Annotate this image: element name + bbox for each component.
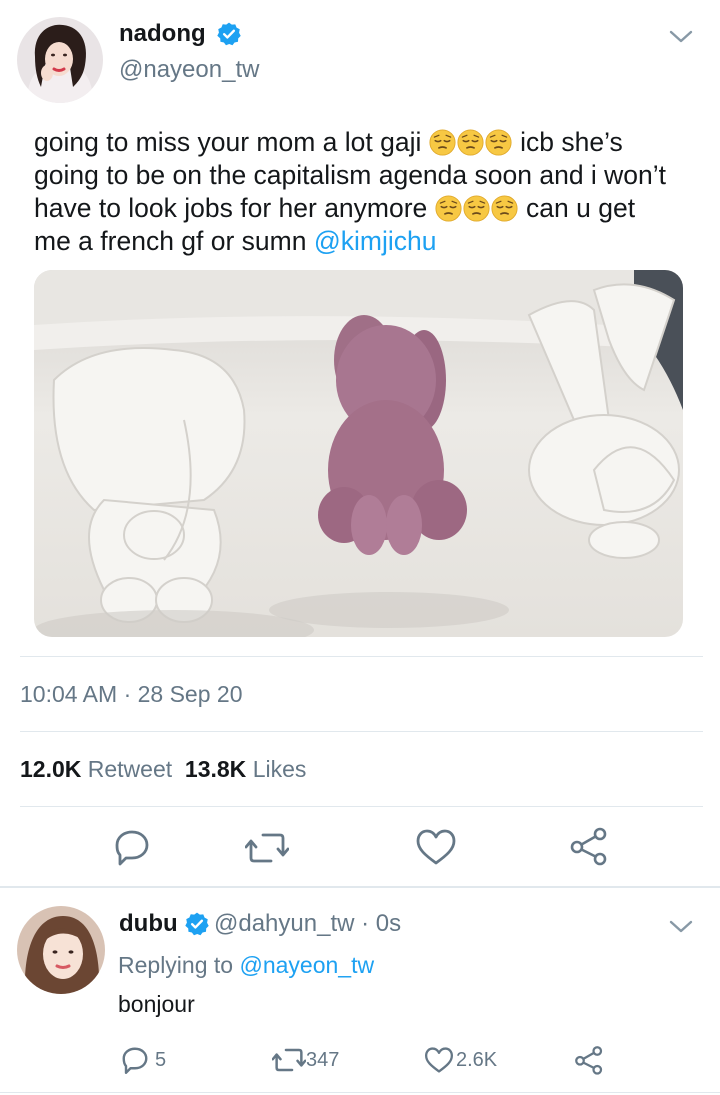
- chevron-down-icon[interactable]: [668, 918, 694, 936]
- retweet-icon[interactable]: [272, 1046, 306, 1074]
- share-icon[interactable]: [574, 1045, 604, 1075]
- tweet-timestamp[interactable]: 10:04 AM · 28 Sep 20: [20, 681, 243, 708]
- divider: [20, 806, 703, 807]
- reply-handle-time[interactable]: @dahyun_tw · 0s: [214, 910, 401, 938]
- pensive-face-emoji: [485, 129, 512, 156]
- reply-icon[interactable]: [120, 1045, 150, 1075]
- like-icon[interactable]: [415, 828, 457, 866]
- engagement-stats: 12.0K Retweet 13.8K Likes: [20, 756, 306, 783]
- pensive-face-emoji: [435, 195, 462, 222]
- share-icon[interactable]: [569, 826, 609, 866]
- verified-badge-icon: [184, 911, 210, 937]
- display-name[interactable]: nadong: [119, 20, 206, 48]
- tweet-photo[interactable]: [34, 270, 683, 637]
- retweet-icon[interactable]: [245, 830, 289, 866]
- handle[interactable]: @nayeon_tw: [119, 56, 259, 84]
- retweet-count[interactable]: 12.0K: [20, 756, 81, 782]
- likes-label[interactable]: Likes: [253, 756, 307, 782]
- like-count-small: 2.6K: [456, 1049, 498, 1071]
- chevron-down-icon[interactable]: [668, 28, 694, 46]
- reply-icon[interactable]: [112, 827, 152, 867]
- reply-count: 5: [155, 1049, 167, 1071]
- retweet-count-small: 347: [306, 1049, 340, 1071]
- pensive-face-emoji: [457, 129, 484, 156]
- tweet-text: going to miss your mom a lot gaji icb sh…: [34, 127, 667, 256]
- replying-to: Replying to @nayeon_tw: [118, 952, 375, 978]
- divider: [0, 1092, 720, 1093]
- avatar[interactable]: [17, 906, 105, 994]
- verified-badge-icon: [216, 21, 242, 47]
- mention-link[interactable]: @kimjichu: [314, 226, 437, 256]
- divider: [0, 886, 720, 888]
- likes-count[interactable]: 13.8K: [185, 756, 246, 782]
- like-icon[interactable]: [424, 1046, 454, 1074]
- avatar[interactable]: [17, 17, 103, 103]
- pensive-face-emoji: [429, 129, 456, 156]
- divider: [20, 731, 703, 732]
- replying-to-link[interactable]: @nayeon_tw: [239, 952, 374, 978]
- pensive-face-emoji: [491, 195, 518, 222]
- reply-display-name[interactable]: dubu: [119, 910, 178, 938]
- reply-text: bonjour: [118, 991, 195, 1017]
- retweet-label[interactable]: Retweet: [88, 756, 172, 782]
- pensive-face-emoji: [463, 195, 490, 222]
- divider: [20, 656, 703, 657]
